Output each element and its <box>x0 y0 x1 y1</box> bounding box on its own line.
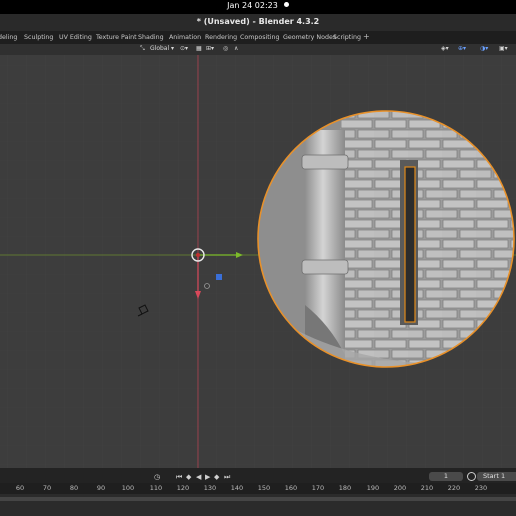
add-workspace-button[interactable]: + <box>360 30 373 43</box>
visibility-icon[interactable]: ◈▾ <box>441 45 449 52</box>
timeline-summary-band <box>0 497 516 501</box>
ruler-tick: 80 <box>69 484 79 492</box>
notification-dot-icon <box>283 2 289 7</box>
ruler-tick: 170 <box>311 484 325 492</box>
tab-sculpting[interactable]: Sculpting <box>21 32 56 43</box>
3d-viewport[interactable] <box>0 55 516 468</box>
start-frame-value: 1 <box>500 472 506 480</box>
jump-to-end-button[interactable]: ⏭ <box>224 473 230 482</box>
transform-orientation-icon[interactable]: ⤡ <box>140 45 145 53</box>
tab-compositing[interactable]: Compositing <box>237 32 282 43</box>
next-keyframe-button[interactable]: ◆ <box>214 473 219 481</box>
xray-toggle-icon[interactable]: ▣▾ <box>499 45 508 52</box>
ruler-tick: 120 <box>176 484 190 492</box>
tab-modeling[interactable]: deling <box>0 32 20 43</box>
snap-icon[interactable]: ▦ <box>196 45 202 52</box>
ruler-tick: 220 <box>447 484 461 492</box>
timeline-track-area[interactable] <box>0 494 516 516</box>
start-frame-label: Start <box>483 472 499 480</box>
viewport-canvas[interactable] <box>0 55 516 468</box>
transform-orientation-dropdown[interactable]: Global ▾ <box>150 45 174 52</box>
ruler-tick: 100 <box>121 484 135 492</box>
gizmo-toggle-icon[interactable]: ⊕▾ <box>458 45 466 52</box>
viewport-header <box>0 44 516 55</box>
ruler-tick: 190 <box>366 484 380 492</box>
system-clock[interactable]: Jan 24 02:23 <box>0 1 516 10</box>
preview-range-icon[interactable] <box>467 472 476 481</box>
window-titlebar[interactable]: * (Unsaved) - Blender 4.3.2 <box>0 14 516 31</box>
window-title: * (Unsaved) - Blender 4.3.2 <box>196 17 320 26</box>
ruler-tick: 150 <box>257 484 271 492</box>
ruler-tick: 110 <box>149 484 163 492</box>
ruler-tick: 160 <box>284 484 298 492</box>
start-frame-field[interactable]: Start 1 <box>477 472 516 481</box>
workspace-tabs-bar: deling Sculpting UV Editing Texture Pain… <box>0 31 516 44</box>
ruler-tick: 60 <box>15 484 25 492</box>
proportional-falloff-icon[interactable]: ∧ <box>234 45 238 52</box>
ruler-tick: 200 <box>393 484 407 492</box>
ruler-tick: 130 <box>203 484 217 492</box>
proportional-edit-icon[interactable]: ◎ <box>223 45 228 52</box>
play-button[interactable]: ▶ <box>205 473 210 481</box>
tab-rendering[interactable]: Rendering <box>202 32 240 43</box>
timeline-ruler[interactable]: 60 70 80 90 100 110 120 130 140 150 160 … <box>0 483 516 494</box>
previous-keyframe-button[interactable]: ◆ <box>186 473 191 481</box>
system-top-bar: Jan 24 02:23 <box>0 0 516 14</box>
tab-shading[interactable]: Shading <box>135 32 167 43</box>
current-frame-field[interactable]: 1 <box>429 472 463 481</box>
tab-texture-paint[interactable]: Texture Paint <box>93 32 140 43</box>
z-plane-handle[interactable] <box>216 274 222 280</box>
tab-animation[interactable]: Animation <box>166 32 204 43</box>
jump-to-start-button[interactable]: ⏮ <box>176 473 182 482</box>
ruler-tick: 230 <box>474 484 488 492</box>
ruler-tick: 180 <box>338 484 352 492</box>
ruler-tick: 210 <box>420 484 434 492</box>
ruler-tick: 90 <box>96 484 106 492</box>
play-reverse-button[interactable]: ◀ <box>196 473 201 481</box>
pivot-point-icon[interactable]: ⊙▾ <box>180 45 188 52</box>
snap-settings-dropdown[interactable]: ⊞▾ <box>206 45 214 52</box>
tab-scripting[interactable]: Scripting <box>330 32 364 43</box>
ruler-tick: 70 <box>42 484 52 492</box>
overlays-toggle-icon[interactable]: ◑▾ <box>480 45 488 52</box>
ruler-tick: 140 <box>230 484 244 492</box>
keyframe-clock-icon[interactable]: ◷ <box>154 473 160 481</box>
tab-uv-editing[interactable]: UV Editing <box>56 32 95 43</box>
